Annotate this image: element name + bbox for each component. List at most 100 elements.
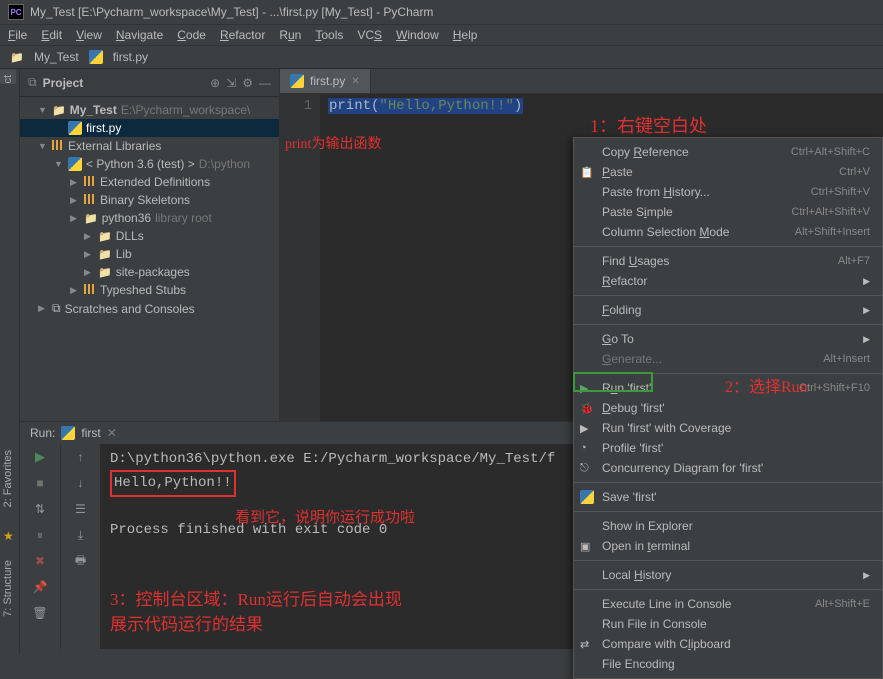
- context-menu-item[interactable]: Column Selection ModeAlt+Shift+Insert: [574, 222, 882, 242]
- editor-tab-label: first.py: [310, 74, 345, 88]
- context-menu-item[interactable]: Generate...Alt+Insert: [574, 349, 882, 369]
- tree-item[interactable]: ▶ DLLs: [20, 227, 279, 245]
- tree-root[interactable]: ▼ My_Test E:\Pycharm_workspace\: [20, 101, 279, 119]
- menu-item-icon: ▶: [580, 382, 594, 395]
- rerun-icon[interactable]: ▶: [31, 448, 49, 466]
- tree-item[interactable]: ▶ Binary Skeletons: [20, 191, 279, 209]
- context-menu-item[interactable]: Go To▶: [574, 329, 882, 349]
- run-toolbar-left2: ↑ ↓ ☰ ⤓ 🖶: [60, 440, 100, 649]
- submenu-arrow-icon: ▶: [863, 570, 870, 581]
- context-menu-item[interactable]: ⇄Compare with Clipboard: [574, 634, 882, 654]
- python-file-icon: [580, 490, 594, 504]
- hide-icon[interactable]: —: [259, 76, 271, 90]
- sidetab-structure[interactable]: 7: Structure: [0, 554, 16, 623]
- library-icon: [52, 139, 64, 153]
- tree-item[interactable]: ▶ Lib: [20, 245, 279, 263]
- menu-tools[interactable]: Tools: [315, 28, 343, 42]
- stop-icon[interactable]: ■: [31, 474, 49, 492]
- tree-item[interactable]: ▶ Typeshed Stubs: [20, 281, 279, 299]
- toggle-icon[interactable]: ⇅: [31, 500, 49, 518]
- menu-item-shortcut: Alt+Insert: [823, 353, 870, 365]
- menu-window[interactable]: Window: [396, 28, 439, 42]
- context-menu-item[interactable]: Find UsagesAlt+F7: [574, 251, 882, 271]
- print-icon[interactable]: 🖶: [72, 552, 90, 570]
- context-menu-item[interactable]: Refactor▶: [574, 271, 882, 291]
- context-menu-separator: [574, 560, 882, 561]
- menu-file[interactable]: File: [8, 28, 27, 42]
- menu-code[interactable]: Code: [177, 28, 206, 42]
- context-menu-item[interactable]: ◔Profile 'first': [574, 438, 882, 458]
- down-icon[interactable]: ↓: [72, 474, 90, 492]
- close-icon[interactable]: ✖: [31, 552, 49, 570]
- menu-item-label: Paste: [602, 165, 633, 179]
- breadcrumb-file[interactable]: first.py: [113, 50, 148, 64]
- context-menu-item[interactable]: ▶Run 'first' with Coverage: [574, 418, 882, 438]
- menu-item-label: Save 'first': [602, 490, 657, 504]
- tree-external-libraries[interactable]: ▼ External Libraries: [20, 137, 279, 155]
- python-env-icon: [68, 157, 82, 171]
- context-menu-item[interactable]: 📋PasteCtrl+V: [574, 162, 882, 182]
- project-pane-title[interactable]: Project: [43, 76, 205, 90]
- scroll-from-source-icon[interactable]: ⊕: [210, 76, 220, 90]
- pin-icon[interactable]: 📌: [31, 578, 49, 596]
- menu-item-label: Folding: [602, 303, 641, 317]
- tree-file-first[interactable]: first.py: [20, 119, 279, 137]
- context-menu-item[interactable]: Paste from History...Ctrl+Shift+V: [574, 182, 882, 202]
- project-pane: ⧉ Project ⊕ ⇲ ⚙ — ▼ My_Test E:\Pycharm_w…: [20, 69, 280, 439]
- menu-view[interactable]: View: [76, 28, 102, 42]
- menu-run[interactable]: Run: [279, 28, 301, 42]
- context-menu-item[interactable]: File Encoding: [574, 654, 882, 674]
- tree-item[interactable]: ▶ Extended Definitions: [20, 173, 279, 191]
- menu-item-label: Paste Simple: [602, 205, 673, 219]
- star-icon: ★: [3, 529, 14, 543]
- menu-item-label: Concurrency Diagram for 'first': [602, 461, 763, 475]
- context-menu-separator: [574, 482, 882, 483]
- context-menu-item[interactable]: Folding▶: [574, 300, 882, 320]
- context-menu-item[interactable]: ▣Open in terminal: [574, 536, 882, 556]
- menu-item-label: Column Selection Mode: [602, 225, 729, 239]
- context-menu-item[interactable]: Show in Explorer: [574, 516, 882, 536]
- menu-item-label: Refactor: [602, 274, 647, 288]
- context-menu-item[interactable]: Local History▶: [574, 565, 882, 585]
- context-menu-item[interactable]: Execute Line in ConsoleAlt+Shift+E: [574, 594, 882, 614]
- scroll-end-icon[interactable]: ⤓: [72, 526, 90, 544]
- context-menu-item[interactable]: Paste SimpleCtrl+Alt+Shift+V: [574, 202, 882, 222]
- python-file-icon: [89, 50, 103, 64]
- tree-scratches[interactable]: ▶⧉ Scratches and Consoles: [20, 299, 279, 318]
- context-menu-item[interactable]: Run File in Console: [574, 614, 882, 634]
- context-menu-item[interactable]: ⎋Concurrency Diagram for 'first': [574, 458, 882, 478]
- editor-tab-first[interactable]: first.py ✕: [280, 69, 371, 93]
- close-tab-icon[interactable]: ✕: [351, 76, 359, 87]
- close-run-tab-icon[interactable]: ✕: [107, 426, 117, 440]
- editor-gutter: 1: [280, 94, 320, 439]
- menu-edit[interactable]: Edit: [41, 28, 62, 42]
- breadcrumb-project[interactable]: My_Test: [34, 50, 79, 64]
- up-icon[interactable]: ↑: [72, 448, 90, 466]
- menu-refactor[interactable]: Refactor: [220, 28, 265, 42]
- context-menu-item[interactable]: 🐞Debug 'first': [574, 398, 882, 418]
- soft-wrap-icon[interactable]: ☰: [72, 500, 90, 518]
- menu-item-label: File Encoding: [602, 657, 675, 671]
- context-menu-separator: [574, 373, 882, 374]
- trash-icon[interactable]: 🗑: [31, 604, 49, 622]
- tree-item[interactable]: ▶ site-packages: [20, 263, 279, 281]
- pause-icon[interactable]: ⏸: [31, 526, 49, 544]
- menu-vcs[interactable]: VCS: [357, 28, 382, 42]
- context-menu-item[interactable]: Copy ReferenceCtrl+Alt+Shift+C: [574, 142, 882, 162]
- titlebar: PC My_Test [E:\Pycharm_workspace\My_Test…: [0, 0, 883, 25]
- context-menu-item[interactable]: ▶Run 'first'Ctrl+Shift+F10: [574, 378, 882, 398]
- project-pane-header: ⧉ Project ⊕ ⇲ ⚙ —: [20, 69, 279, 97]
- tree-python-env[interactable]: ▼ < Python 3.6 (test) > D:\python: [20, 155, 279, 173]
- collapse-all-icon[interactable]: ⇲: [226, 76, 236, 90]
- menu-navigate[interactable]: Navigate: [116, 28, 163, 42]
- menu-help[interactable]: Help: [453, 28, 478, 42]
- tree-item[interactable]: ▶ python36 library root: [20, 209, 279, 227]
- project-view-icon[interactable]: ⧉: [28, 75, 37, 90]
- run-tab-name[interactable]: first: [81, 426, 100, 440]
- context-menu-item[interactable]: Save 'first': [574, 487, 882, 507]
- run-toolbar-left: ▶ ■ ⇅ ⏸ ✖ 📌 🗑: [20, 440, 60, 649]
- settings-gear-icon[interactable]: ⚙: [242, 76, 253, 90]
- editor-tabs: first.py ✕: [280, 69, 883, 94]
- menu-item-label: Execute Line in Console: [602, 597, 731, 611]
- sidetab-favorites[interactable]: 2: Favorites: [0, 444, 16, 513]
